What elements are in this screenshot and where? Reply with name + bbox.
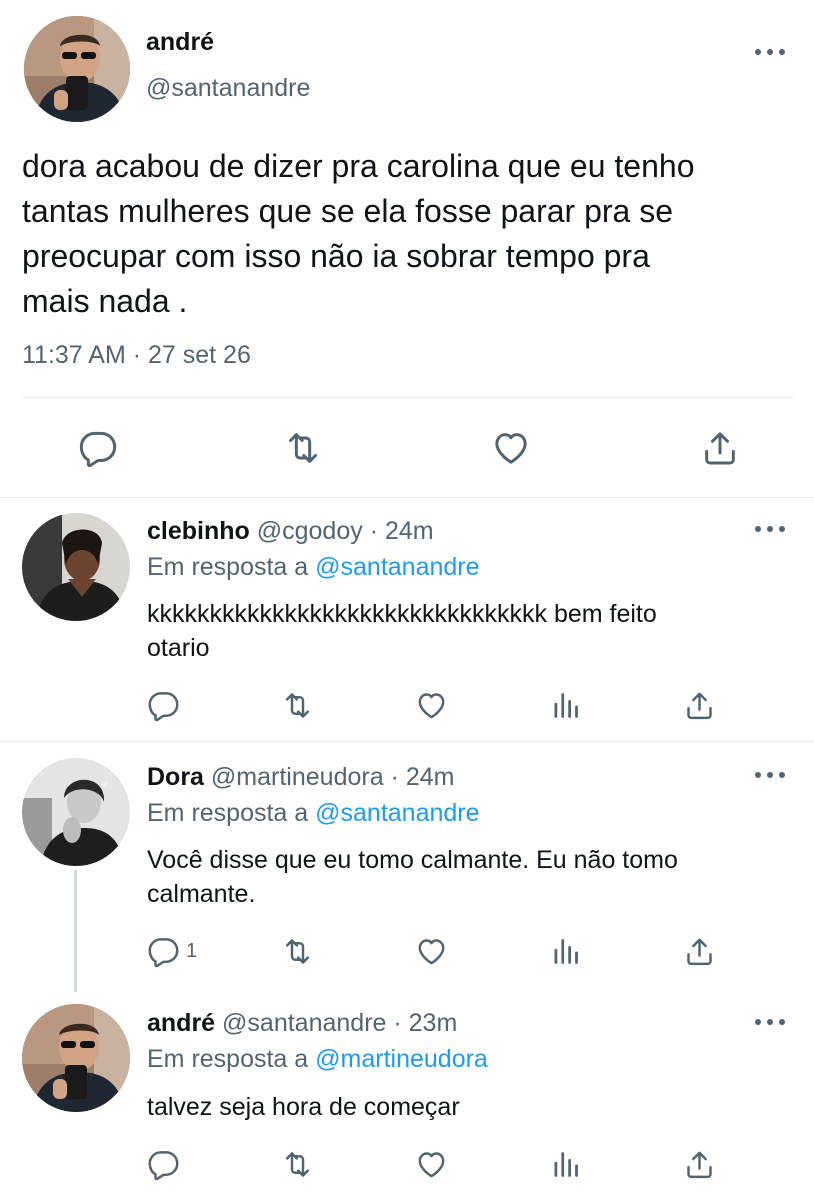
reply-button[interactable]: [147, 689, 186, 722]
share-button[interactable]: [683, 935, 716, 968]
handle[interactable]: @santanandre: [146, 74, 310, 103]
tweet-text-line: talvez seja hora de começar: [147, 1093, 460, 1121]
tweet-header: andré @santanandre · 23m: [147, 1009, 457, 1038]
like-icon: [491, 428, 531, 468]
reply-icon: [78, 428, 118, 468]
more-icon[interactable]: [755, 1017, 785, 1027]
more-icon[interactable]: [755, 770, 785, 780]
reply-prefix: Em resposta a: [147, 799, 309, 827]
reply-to-link[interactable]: @santanandre: [315, 553, 479, 581]
reply-prefix: Em resposta a: [147, 553, 309, 581]
share-icon: [683, 935, 716, 968]
tweet-header: clebinho @cgodoy · 24m: [147, 517, 434, 546]
retweet-icon: [281, 935, 314, 968]
divider: [0, 741, 814, 742]
share-button[interactable]: [683, 1148, 716, 1181]
divider: [0, 497, 814, 498]
retweet-icon: [281, 1148, 314, 1181]
like-button[interactable]: [415, 1148, 448, 1181]
tweet-text-line: otario: [147, 634, 210, 662]
more-icon[interactable]: [755, 524, 785, 534]
retweet-button[interactable]: [281, 689, 314, 722]
handle-and-time[interactable]: @cgodoy · 24m: [257, 517, 434, 545]
avatar[interactable]: [24, 16, 130, 122]
tweet-header: Dora @martineudora · 24m: [147, 763, 454, 792]
reply-to-link[interactable]: @santanandre: [315, 799, 479, 827]
handle-and-time[interactable]: @martineudora · 24m: [211, 763, 455, 791]
more-icon[interactable]: [755, 47, 785, 57]
views-icon: [549, 689, 582, 722]
tweet-text-line: preocupar com isso não ia sobrar tempo p…: [22, 238, 650, 274]
avatar[interactable]: [22, 1004, 130, 1112]
avatar[interactable]: [22, 513, 130, 621]
reply-count: 1: [186, 940, 198, 962]
tweet-text-line: mais nada .: [22, 283, 188, 319]
reply-context: Em resposta a @martineudora: [147, 1045, 488, 1074]
retweet-button[interactable]: [283, 428, 323, 468]
views-button[interactable]: [549, 1148, 582, 1181]
retweet-button[interactable]: [281, 1148, 314, 1181]
like-icon: [415, 1148, 448, 1181]
reply-context: Em resposta a @santanandre: [147, 799, 480, 828]
share-icon: [683, 1148, 716, 1181]
tweet-timestamp[interactable]: 11:37 AM · 27 set 26: [22, 341, 251, 370]
reply-button[interactable]: [147, 1148, 186, 1181]
reply-icon: [147, 1148, 180, 1181]
tweet-text-line: kkkkkkkkkkkkkkkkkkkkkkkkkkkkkkkk bem fei…: [147, 600, 657, 628]
display-name[interactable]: andré: [146, 28, 214, 57]
reply-to-link[interactable]: @martineudora: [315, 1045, 488, 1073]
share-button[interactable]: [683, 689, 716, 722]
share-icon: [700, 428, 740, 468]
tweet-text-line: tantas mulheres que se ela fosse parar p…: [22, 193, 674, 229]
views-icon: [549, 935, 582, 968]
tweet-text: Você disse que eu tomo calmante. Eu não …: [147, 843, 678, 911]
retweet-icon: [283, 428, 323, 468]
views-button[interactable]: [549, 935, 582, 968]
thread-line: [74, 870, 77, 992]
reply-button[interactable]: [78, 428, 118, 468]
handle-and-time[interactable]: @santanandre · 23m: [222, 1009, 457, 1037]
tweet-text-line: calmante.: [147, 880, 256, 908]
share-button[interactable]: [700, 428, 740, 468]
reply-button[interactable]: 1: [147, 935, 197, 968]
retweet-icon: [281, 689, 314, 722]
display-name[interactable]: andré: [147, 1009, 215, 1037]
reply-context: Em resposta a @santanandre: [147, 553, 480, 582]
views-icon: [549, 1148, 582, 1181]
display-name[interactable]: Dora: [147, 763, 204, 791]
reply-icon: [147, 935, 180, 968]
like-button[interactable]: [415, 935, 448, 968]
retweet-button[interactable]: [281, 935, 314, 968]
tweet-text: kkkkkkkkkkkkkkkkkkkkkkkkkkkkkkkk bem fei…: [147, 597, 657, 665]
tweet-text: dora acabou de dizer pra carolina que eu…: [22, 144, 694, 324]
like-icon: [415, 689, 448, 722]
divider: [22, 397, 794, 398]
tweet-text-line: dora acabou de dizer pra carolina que eu…: [22, 148, 695, 184]
like-icon: [415, 935, 448, 968]
like-button[interactable]: [415, 689, 448, 722]
share-icon: [683, 689, 716, 722]
tweet-text: talvez seja hora de começar: [147, 1090, 460, 1124]
display-name[interactable]: clebinho: [147, 517, 250, 545]
reply-icon: [147, 689, 180, 722]
like-button[interactable]: [491, 428, 531, 468]
avatar[interactable]: [22, 758, 130, 866]
tweet-text-line: Você disse que eu tomo calmante. Eu não …: [147, 846, 678, 874]
views-button[interactable]: [549, 689, 582, 722]
reply-prefix: Em resposta a: [147, 1045, 309, 1073]
